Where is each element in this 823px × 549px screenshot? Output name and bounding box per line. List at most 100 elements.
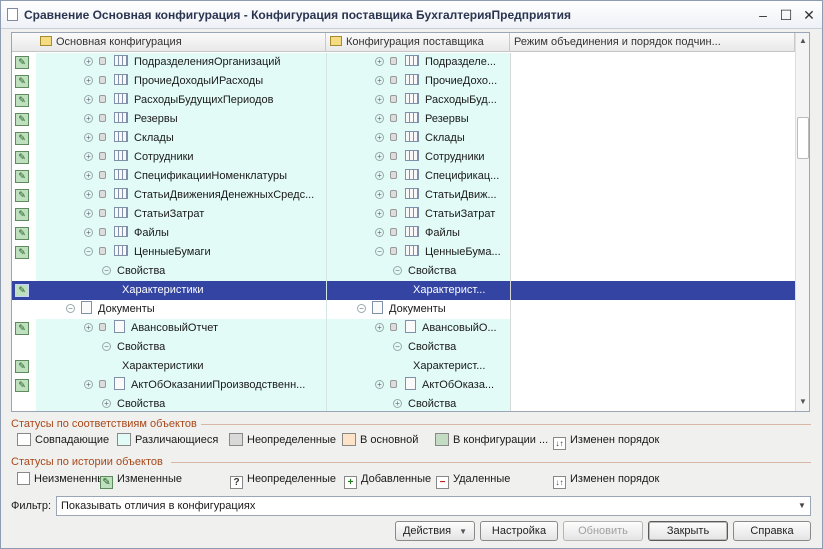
tree-row[interactable]: ✎ − ЦенныеБумаги − ЦенныеБума... — [12, 243, 795, 262]
expand-icon[interactable]: + — [84, 190, 93, 199]
collapse-icon[interactable]: − — [393, 342, 402, 351]
vertical-scrollbar[interactable]: ▲ ▼ — [795, 33, 809, 411]
supplier-config-node: Характерист... — [413, 357, 485, 376]
main-config-node: + АктОбОказанииПроизводственн... — [84, 376, 305, 395]
minimize-button[interactable]: – — [753, 5, 773, 25]
undefined-icon: ? — [230, 476, 243, 489]
collapse-icon[interactable]: − — [393, 266, 402, 275]
expand-icon[interactable]: + — [375, 323, 384, 332]
tree-row[interactable]: ✎ + ПрочиеДоходыИРасходы + ПрочиеДохо... — [12, 72, 795, 91]
help-button[interactable]: Справка — [733, 521, 811, 541]
main-config-node: − ЦенныеБумаги — [84, 243, 211, 262]
expand-icon[interactable]: + — [375, 171, 384, 180]
tree-row[interactable]: ✎ + Резервы + Резервы — [12, 110, 795, 129]
supplier-config-node: + Склады — [375, 129, 465, 148]
legend-label: Измененные — [117, 473, 182, 485]
tree-row[interactable]: ✎ + АвансовыйОтчет + АвансовыйО... — [12, 319, 795, 338]
main-config-cell: + Склады — [36, 129, 326, 148]
comparison-tree[interactable]: Основная конфигурация Конфигурация поста… — [11, 32, 810, 412]
expand-icon[interactable]: + — [84, 380, 93, 389]
close-window-button[interactable]: ✕ — [799, 5, 819, 25]
document-icon — [372, 301, 383, 314]
merge-mode-cell — [510, 376, 795, 395]
lock-icon — [99, 171, 106, 179]
expand-icon[interactable]: + — [84, 171, 93, 180]
close-button[interactable]: Закрыть — [648, 521, 728, 541]
filter-select[interactable]: Показывать отличия в конфигурациях ▼ — [56, 496, 811, 516]
expand-icon[interactable]: + — [375, 76, 384, 85]
register-icon — [114, 74, 128, 85]
column-header-supplier[interactable]: Конфигурация поставщика — [326, 33, 510, 52]
expand-icon[interactable]: + — [84, 228, 93, 237]
legend-label: Добавленные — [361, 473, 432, 485]
expand-icon[interactable]: + — [84, 57, 93, 66]
maximize-button[interactable]: ☐ — [776, 5, 796, 25]
settings-button[interactable]: Настройка — [480, 521, 558, 541]
register-icon — [114, 131, 128, 142]
row-status-cell: ✎ — [12, 376, 36, 395]
collapse-icon[interactable]: − — [375, 247, 384, 256]
collapse-icon[interactable]: − — [102, 266, 111, 275]
scroll-up-arrow-icon[interactable]: ▲ — [796, 34, 809, 48]
expand-icon[interactable]: + — [375, 190, 384, 199]
expand-icon[interactable]: + — [375, 95, 384, 104]
expand-icon[interactable]: + — [84, 95, 93, 104]
supplier-config-cell: + СтатьиЗатрат — [326, 205, 510, 224]
collapse-icon[interactable]: − — [84, 247, 93, 256]
tree-row[interactable]: ✎ + СпецификацииНоменклатуры + Спецификац... — [12, 167, 795, 186]
tree-row[interactable]: + Свойства + Свойства — [12, 395, 795, 411]
expand-icon[interactable]: + — [375, 228, 384, 237]
lock-icon — [390, 190, 397, 198]
expand-icon[interactable]: + — [84, 114, 93, 123]
changed-icon: ✎ — [100, 476, 113, 489]
tree-row[interactable]: − Документы − Документы — [12, 300, 795, 319]
expand-icon[interactable]: + — [375, 133, 384, 142]
expand-icon[interactable]: + — [84, 76, 93, 85]
scroll-down-arrow-icon[interactable]: ▼ — [796, 395, 809, 409]
main-config-cell: + РасходыБудущихПериодов — [36, 91, 326, 110]
changed-status-icon: ✎ — [15, 208, 29, 221]
column-header-main[interactable]: Основная конфигурация — [36, 33, 326, 52]
collapse-icon[interactable]: − — [66, 304, 75, 313]
collapse-icon[interactable]: − — [102, 342, 111, 351]
register-icon — [114, 188, 128, 199]
tree-row[interactable]: ✎ + ПодразделенияОрганизаций + Подразделе... — [12, 53, 795, 72]
refresh-button[interactable]: Обновить — [563, 521, 643, 541]
tree-row[interactable]: − Свойства − Свойства — [12, 338, 795, 357]
tree-row[interactable]: ✎ Характеристики Характерист... — [12, 281, 795, 300]
tree-header: Основная конфигурация Конфигурация поста… — [12, 33, 795, 52]
expand-icon[interactable]: + — [375, 209, 384, 218]
tree-row[interactable]: − Свойства − Свойства — [12, 262, 795, 281]
expand-icon[interactable]: + — [375, 114, 384, 123]
expand-icon[interactable]: + — [84, 323, 93, 332]
merge-mode-cell — [510, 72, 795, 91]
expand-icon[interactable]: + — [393, 399, 402, 408]
expand-icon[interactable]: + — [375, 152, 384, 161]
tree-row[interactable]: ✎ + АктОбОказанииПроизводственн... + АктОбОк… — [12, 376, 795, 395]
expand-icon[interactable]: + — [84, 152, 93, 161]
scroll-thumb[interactable] — [797, 117, 809, 159]
column-header-mode[interactable]: Режим объединения и порядок подчин... — [510, 33, 795, 52]
main-config-node: + АвансовыйОтчет — [84, 319, 218, 338]
supplier-config-node: + РасходыБуд... — [375, 91, 497, 110]
expand-icon[interactable]: + — [375, 380, 384, 389]
expand-icon[interactable]: + — [84, 209, 93, 218]
lock-icon — [390, 171, 397, 179]
row-status-cell: ✎ — [12, 91, 36, 110]
tree-row[interactable]: ✎ + Сотрудники + Сотрудники — [12, 148, 795, 167]
row-status-cell: ✎ — [12, 186, 36, 205]
tree-row[interactable]: ✎ Характеристики Характерист... — [12, 357, 795, 376]
actions-button[interactable]: Действия ▼ — [395, 521, 475, 541]
tree-row[interactable]: ✎ + Склады + Склады — [12, 129, 795, 148]
chevron-down-icon[interactable]: ▼ — [794, 497, 810, 515]
tree-row[interactable]: ✎ + СтатьиЗатрат + СтатьиЗатрат — [12, 205, 795, 224]
tree-row[interactable]: ✎ + РасходыБудущихПериодов + РасходыБуд... — [12, 91, 795, 110]
expand-icon[interactable]: + — [102, 399, 111, 408]
main-config-node: + Файлы — [84, 224, 169, 243]
tree-row[interactable]: ✎ + СтатьиДвиженияДенежныхСредс... + СтатьиД… — [12, 186, 795, 205]
tree-row[interactable]: ✎ + Файлы + Файлы — [12, 224, 795, 243]
supplier-config-node: − Свойства — [393, 262, 456, 281]
collapse-icon[interactable]: − — [357, 304, 366, 313]
expand-icon[interactable]: + — [84, 133, 93, 142]
expand-icon[interactable]: + — [375, 57, 384, 66]
